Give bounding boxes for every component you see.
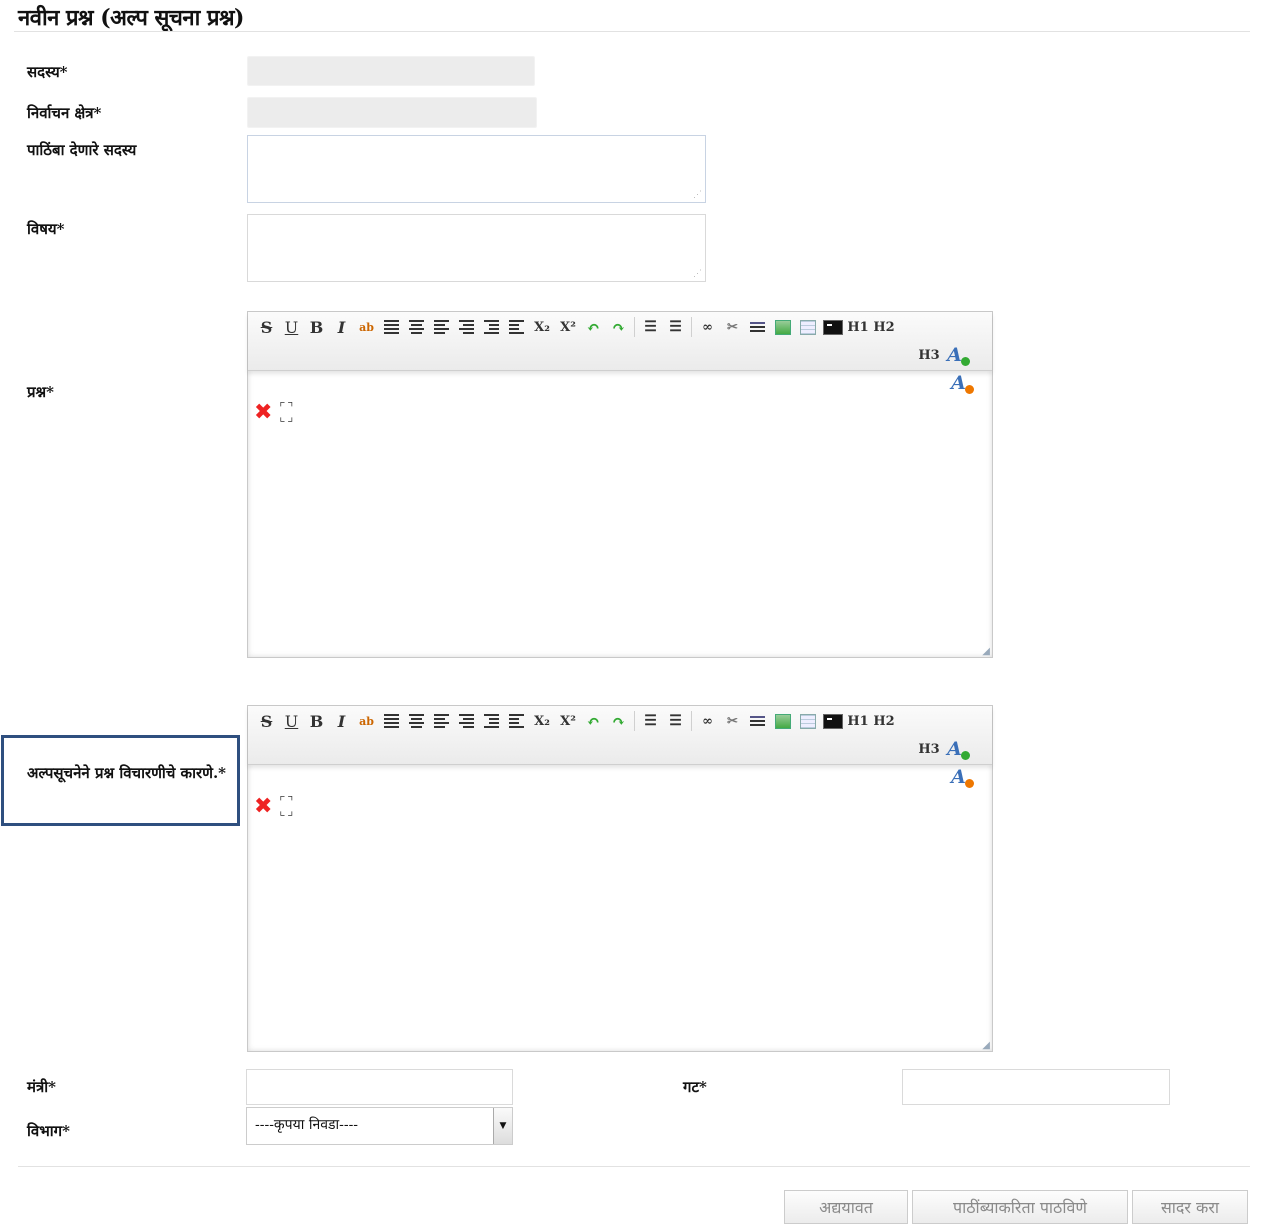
department-selected-value: ----कृपया निवडा---- bbox=[255, 1117, 359, 1133]
image-icon[interactable] bbox=[770, 316, 795, 338]
department-label: विभाग* bbox=[27, 1122, 70, 1140]
constituency-label: निर्वाचन क्षेत्र* bbox=[27, 104, 102, 122]
bold-button[interactable]: B bbox=[304, 710, 329, 732]
heading-1-button[interactable]: H1 bbox=[845, 316, 871, 338]
superscript-button[interactable]: X² bbox=[555, 316, 581, 338]
chevron-down-icon[interactable]: ▼ bbox=[493, 1108, 512, 1144]
unordered-list-icon[interactable]: ☰ bbox=[663, 316, 688, 338]
bold-button[interactable]: B bbox=[304, 316, 329, 338]
font-add-icon[interactable]: A bbox=[942, 738, 970, 760]
ordered-list-icon[interactable]: ☰ bbox=[638, 710, 663, 732]
align-left-icon[interactable] bbox=[429, 316, 454, 338]
align-full-icon[interactable] bbox=[379, 316, 404, 338]
resize-grip-icon[interactable]: ⋰ bbox=[693, 191, 702, 200]
subject-textarea[interactable]: ⋰ bbox=[247, 214, 706, 282]
supporting-members-textarea[interactable]: ⋰ bbox=[247, 135, 706, 203]
resize-grip-icon[interactable]: ◢ bbox=[982, 646, 990, 657]
superscript-button[interactable]: X² bbox=[555, 710, 581, 732]
horizontal-rule-icon[interactable] bbox=[745, 316, 770, 338]
find-replace-icon[interactable]: ab bbox=[354, 316, 379, 338]
member-field bbox=[247, 56, 535, 86]
align-center-icon[interactable] bbox=[404, 710, 429, 732]
outdent-icon[interactable] bbox=[504, 316, 529, 338]
align-left-icon[interactable] bbox=[429, 710, 454, 732]
table-icon[interactable] bbox=[795, 710, 820, 732]
supporting-members-label: पाठिंबा देणारे सदस्य bbox=[27, 141, 137, 159]
font-add-icon[interactable]: A bbox=[942, 344, 970, 366]
close-icon[interactable]: ✖ bbox=[254, 400, 272, 425]
image-icon[interactable] bbox=[770, 710, 795, 732]
question-editor[interactable]: S U B I ab X₂ X² ↶ ↷ ☰ ☰ ∞ ✂ H1 H2 H3 A … bbox=[247, 311, 993, 658]
member-label: सदस्य* bbox=[27, 63, 68, 81]
link-icon[interactable]: ∞ bbox=[695, 316, 720, 338]
submit-button[interactable]: सादर करा bbox=[1132, 1190, 1248, 1224]
undo-icon[interactable]: ↶ bbox=[581, 316, 606, 338]
group-label: गट* bbox=[683, 1078, 707, 1096]
find-replace-icon[interactable]: ab bbox=[354, 710, 379, 732]
italic-button[interactable]: I bbox=[329, 316, 354, 338]
constituency-field bbox=[247, 97, 537, 128]
source-code-icon[interactable] bbox=[820, 316, 845, 338]
editor-toolbar: S U B I ab X₂ X² ↶ ↷ ☰ ☰ ∞ ✂ H1 H2 H3 A bbox=[248, 312, 992, 371]
update-button[interactable]: अद्ययावत bbox=[784, 1190, 908, 1224]
heading-3-button[interactable]: H3 bbox=[916, 344, 942, 366]
group-field[interactable] bbox=[902, 1069, 1170, 1105]
undo-icon[interactable]: ↶ bbox=[581, 710, 606, 732]
send-for-support-button[interactable]: पाठींब्याकरिता पाठविणे bbox=[912, 1190, 1128, 1224]
unlink-icon[interactable]: ✂ bbox=[720, 710, 745, 732]
heading-2-button[interactable]: H2 bbox=[871, 316, 897, 338]
ordered-list-icon[interactable]: ☰ bbox=[638, 316, 663, 338]
table-icon[interactable] bbox=[795, 316, 820, 338]
reason-editor[interactable]: S U B I ab X₂ X² ↶ ↷ ☰ ☰ ∞ ✂ H1 H2 H3 A … bbox=[247, 705, 993, 1052]
redo-icon[interactable]: ↷ bbox=[606, 316, 631, 338]
indent-icon[interactable] bbox=[479, 710, 504, 732]
source-code-icon[interactable] bbox=[820, 710, 845, 732]
outdent-icon[interactable] bbox=[504, 710, 529, 732]
align-center-icon[interactable] bbox=[404, 316, 429, 338]
align-right-icon[interactable] bbox=[454, 710, 479, 732]
reason-label: अल्पसूचनेने प्रश्न विचारणीचे कारणे.* bbox=[27, 764, 227, 782]
underline-button[interactable]: U bbox=[279, 316, 304, 338]
italic-button[interactable]: I bbox=[329, 710, 354, 732]
footer-divider bbox=[18, 1166, 1250, 1167]
align-full-icon[interactable] bbox=[379, 710, 404, 732]
align-right-icon[interactable] bbox=[454, 316, 479, 338]
page-title: नवीन प्रश्न (अल्प सूचना प्रश्न) bbox=[18, 5, 244, 31]
font-remove-icon[interactable]: A bbox=[946, 372, 974, 394]
strikethrough-button[interactable]: S bbox=[254, 316, 279, 338]
unordered-list-icon[interactable]: ☰ bbox=[663, 710, 688, 732]
indent-icon[interactable] bbox=[479, 316, 504, 338]
strikethrough-button[interactable]: S bbox=[254, 710, 279, 732]
fullscreen-icon[interactable]: ⌜⌝ ⌞⌟ bbox=[278, 795, 294, 818]
subscript-button[interactable]: X₂ bbox=[529, 316, 555, 338]
unlink-icon[interactable]: ✂ bbox=[720, 316, 745, 338]
fullscreen-icon[interactable]: ⌜⌝ ⌞⌟ bbox=[278, 401, 294, 424]
minister-label: मंत्री* bbox=[27, 1078, 56, 1096]
department-select[interactable]: ----कृपया निवडा---- ▼ bbox=[246, 1107, 513, 1145]
redo-icon[interactable]: ↷ bbox=[606, 710, 631, 732]
heading-1-button[interactable]: H1 bbox=[845, 710, 871, 732]
resize-grip-icon[interactable]: ⋰ bbox=[693, 270, 702, 279]
subscript-button[interactable]: X₂ bbox=[529, 710, 555, 732]
title-divider bbox=[14, 31, 1250, 32]
resize-grip-icon[interactable]: ◢ bbox=[982, 1040, 990, 1051]
heading-2-button[interactable]: H2 bbox=[871, 710, 897, 732]
close-icon[interactable]: ✖ bbox=[254, 794, 272, 819]
underline-button[interactable]: U bbox=[279, 710, 304, 732]
minister-field[interactable] bbox=[246, 1069, 513, 1105]
link-icon[interactable]: ∞ bbox=[695, 710, 720, 732]
question-label: प्रश्न* bbox=[27, 383, 54, 401]
heading-3-button[interactable]: H3 bbox=[916, 738, 942, 760]
subject-label: विषय* bbox=[27, 220, 65, 238]
editor-toolbar: S U B I ab X₂ X² ↶ ↷ ☰ ☰ ∞ ✂ H1 H2 H3 A bbox=[248, 706, 992, 765]
font-remove-icon[interactable]: A bbox=[946, 766, 974, 788]
horizontal-rule-icon[interactable] bbox=[745, 710, 770, 732]
